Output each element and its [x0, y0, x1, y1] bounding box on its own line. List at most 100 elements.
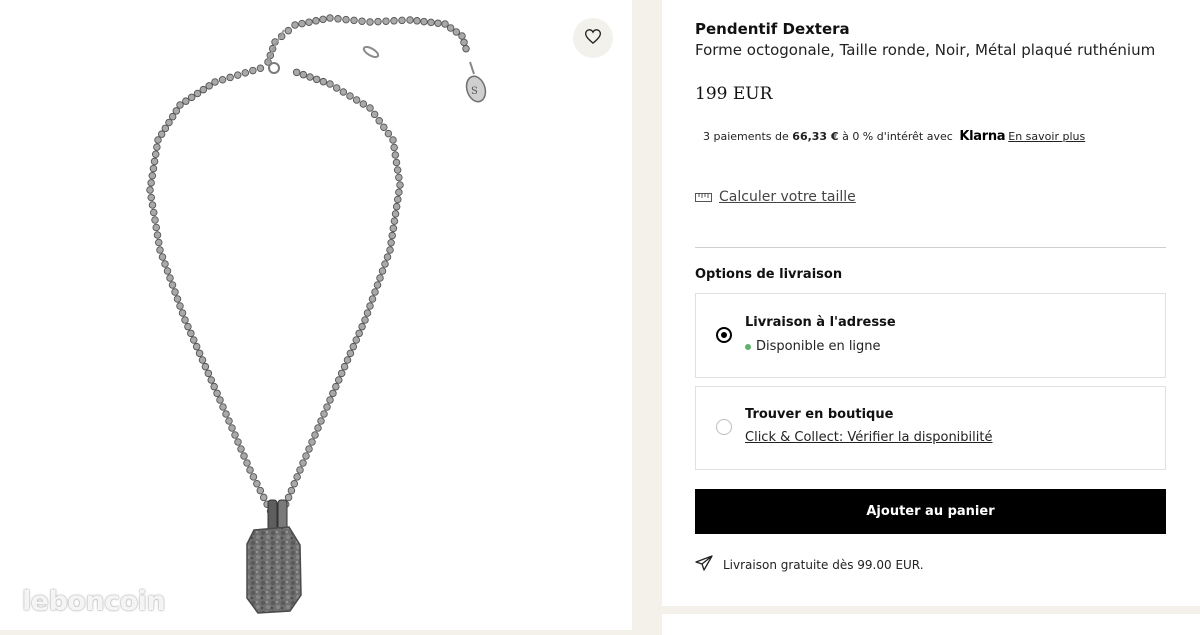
chain-bead — [161, 260, 169, 268]
wishlist-button[interactable] — [573, 18, 613, 58]
chain-bead — [228, 424, 236, 432]
chain-bead — [389, 224, 398, 233]
chain-bead — [161, 124, 170, 133]
chain-bead — [157, 130, 166, 138]
chain-bead — [149, 164, 158, 173]
chain-bead — [371, 288, 379, 296]
chain-bead — [148, 171, 157, 180]
klarna-amount: 66,33 € — [792, 130, 839, 143]
chain-bead — [291, 21, 299, 29]
section-divider — [695, 247, 1166, 248]
chain-bead — [168, 112, 177, 121]
chain-bead — [326, 14, 334, 22]
paper-plane-icon — [695, 555, 713, 574]
chain-bead — [366, 18, 374, 26]
chain-bead — [305, 445, 313, 453]
chain-bead — [458, 32, 466, 40]
chain-bead — [340, 362, 349, 371]
chain-bead — [342, 15, 350, 24]
chain-bead — [249, 66, 257, 75]
chain-bead — [241, 69, 250, 77]
chain-bead — [306, 73, 314, 81]
chain-bead — [326, 396, 334, 404]
chain-bead — [312, 17, 320, 25]
chain-bead — [317, 417, 325, 425]
chain-bead — [375, 117, 383, 125]
chain-bead — [359, 100, 368, 108]
chain-bead — [156, 246, 164, 254]
chain-bead — [395, 188, 403, 196]
chain-bead — [352, 96, 361, 104]
chain-bead — [355, 329, 363, 338]
chain-bead — [292, 68, 301, 77]
chain-bead — [395, 173, 403, 182]
klarna-suffix: à 0 % d'intérêt avec — [842, 130, 953, 143]
free-shipping-note: Livraison gratuite dès 99.00 EUR. — [695, 555, 924, 574]
click-collect-link[interactable]: Click & Collect: Vérifier la disponibili… — [745, 430, 992, 445]
chain-bead — [386, 246, 394, 254]
size-calculator[interactable]: Calculer votre taille — [695, 187, 856, 206]
chain-bead — [352, 336, 361, 344]
chain-bead — [298, 19, 306, 28]
chain-bead — [376, 274, 384, 282]
product-price: 199 EUR — [695, 84, 773, 104]
chain-bead — [168, 281, 177, 289]
klarna-installment-info: 3 paiements de 66,33 € à 0 % d'intérêt a… — [703, 129, 1085, 144]
chain-bead — [390, 217, 399, 225]
klarna-prefix: 3 paiements de — [703, 130, 789, 143]
chain-bead — [446, 24, 455, 32]
chain-bead — [284, 493, 293, 502]
add-to-cart-button[interactable]: Ajouter au panier — [695, 489, 1166, 534]
chain-bead — [378, 267, 387, 275]
chain-bead — [389, 136, 397, 144]
chain-bead — [240, 452, 248, 460]
chain-bead — [392, 202, 401, 211]
chain-bead — [253, 479, 261, 488]
chain-bead — [249, 473, 258, 481]
chain-bead — [222, 410, 230, 418]
chain-bead — [346, 92, 354, 100]
chain-bead — [332, 382, 340, 391]
chain-bead — [187, 329, 195, 338]
chain-bead — [460, 38, 468, 47]
chain-bead — [147, 179, 155, 187]
chain-bead — [148, 201, 157, 209]
chain-bead — [363, 309, 372, 317]
chain-bead — [165, 118, 173, 127]
chain-bead — [259, 493, 268, 502]
chain-bead — [219, 403, 227, 411]
chain-bead — [349, 342, 358, 351]
chain-bead — [337, 369, 346, 378]
chain-bead — [163, 267, 172, 275]
watermark-logo: leboncoin — [22, 586, 166, 617]
radio-unselected[interactable] — [716, 419, 732, 435]
chain-bead — [326, 80, 334, 88]
klarna-logo: Klarna — [959, 129, 1006, 144]
klarna-learn-more-link[interactable]: En savoir plus — [1008, 130, 1085, 143]
chain-bead — [207, 376, 215, 384]
status-dot-icon — [745, 343, 751, 350]
chain-bead — [366, 302, 374, 310]
chain-bead — [308, 438, 316, 446]
size-calculator-link[interactable]: Calculer votre taille — [719, 189, 856, 205]
chain-bead — [153, 143, 161, 151]
radio-selected[interactable] — [716, 327, 732, 343]
chain-bead — [302, 452, 310, 460]
delivery-option-title: Trouver en boutique — [745, 407, 894, 422]
chain-bead — [176, 302, 184, 310]
chain-bead — [343, 356, 352, 364]
chain-bead — [290, 479, 299, 488]
chain-bead — [384, 129, 393, 138]
chain-bead — [195, 349, 204, 358]
chain-bead — [178, 309, 187, 317]
delivery-option-store[interactable]: Trouver en boutique Click & Collect: Vér… — [695, 386, 1166, 470]
chain-bead — [146, 186, 154, 194]
chain-bead — [192, 342, 201, 351]
chain-bead — [256, 486, 265, 495]
ruler-icon — [695, 187, 712, 206]
chain-bead — [147, 193, 155, 202]
chain-bead — [173, 295, 182, 303]
chain-bead — [152, 223, 160, 232]
delivery-option-home[interactable]: Livraison à l'adresse Disponible en lign… — [695, 293, 1166, 378]
chain-bead — [390, 143, 398, 152]
